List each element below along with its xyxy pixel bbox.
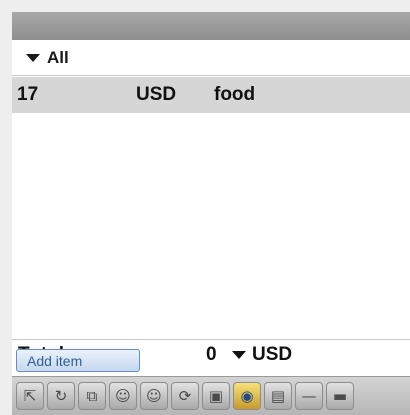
item-amount: 17 xyxy=(17,84,39,105)
up-arrow-icon[interactable]: ⇱ xyxy=(16,382,44,410)
app-window: All 17 USD food Total: 0 USD Add item ⇱↻… xyxy=(0,0,410,415)
sync-icon[interactable]: ⟳ xyxy=(171,382,199,410)
total-currency-label: USD xyxy=(252,343,293,365)
refresh-icon[interactable]: ↻ xyxy=(47,382,75,410)
minimize-icon[interactable]: — xyxy=(295,382,323,410)
globe-icon[interactable]: ◉ xyxy=(233,382,261,410)
window-icon[interactable]: ▤ xyxy=(264,382,292,410)
main-screen: All 17 USD food Total: 0 USD Add item ⇱↻… xyxy=(12,40,410,415)
filter-label: All xyxy=(47,47,69,67)
item-currency: USD xyxy=(136,84,177,105)
dropdown-triangle-icon xyxy=(26,53,40,62)
dropdown-triangle-icon xyxy=(232,350,246,359)
item-category: food xyxy=(214,84,256,105)
device-icon[interactable]: ▣ xyxy=(202,382,230,410)
people-icon[interactable]: ☺ xyxy=(109,382,137,410)
item-list-empty-area xyxy=(12,113,410,338)
total-value: 0 xyxy=(206,343,217,365)
people-group-icon[interactable]: ☺ xyxy=(140,382,168,410)
total-currency-dropdown[interactable]: USD xyxy=(232,344,292,366)
list-item[interactable]: 17 USD food xyxy=(12,77,410,113)
bottom-toolbar: ⇱ ↻ ⧉ ☺ ☺ ⟳ ▣ ◉ ▤ — ▬ xyxy=(12,376,410,415)
copy-icon[interactable]: ⧉ xyxy=(78,382,106,410)
collapse-icon[interactable]: ▬ xyxy=(326,382,354,410)
add-item-button[interactable]: Add item xyxy=(16,349,140,372)
filter-dropdown[interactable]: All xyxy=(12,40,410,76)
title-bar xyxy=(12,12,410,40)
